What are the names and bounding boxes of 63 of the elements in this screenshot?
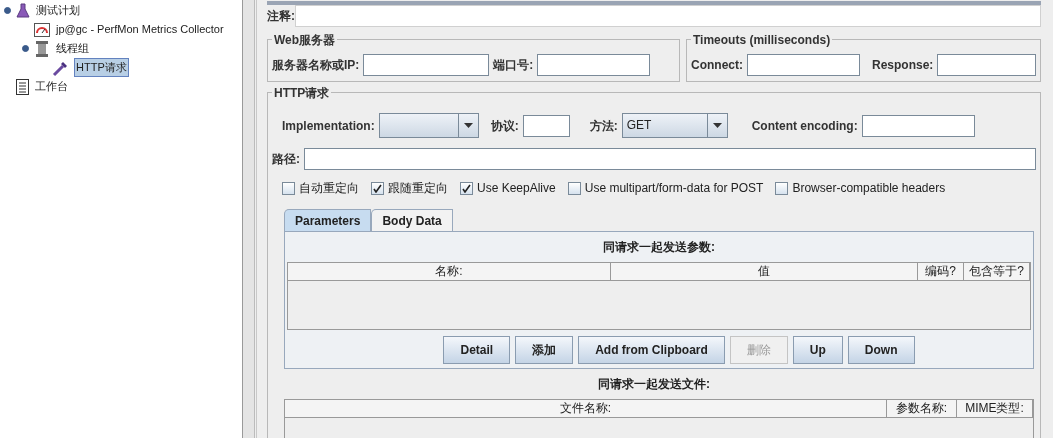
- field-label: 端口号:: [493, 56, 534, 74]
- group-title: HTTP请求: [272, 84, 332, 102]
- spool-icon: [34, 39, 50, 58]
- tree-item[interactable]: HTTP请求: [74, 58, 129, 77]
- action-button[interactable]: Up: [792, 336, 843, 364]
- tree-item[interactable]: 测试计划: [34, 1, 82, 20]
- dropdown[interactable]: GET: [621, 113, 728, 138]
- port-field[interactable]: [537, 53, 651, 76]
- action-button[interactable]: Add from Clipboard: [578, 336, 725, 364]
- section-title: 同请求一起发送文件:: [597, 376, 711, 393]
- action-button[interactable]: Down: [847, 336, 915, 364]
- field-label: Response:: [872, 56, 934, 74]
- encoding-field[interactable]: [861, 114, 975, 137]
- field-label: 路径:: [272, 151, 300, 168]
- response-field[interactable]: [937, 53, 1036, 76]
- flask-icon: [16, 2, 30, 19]
- caret-icon: [712, 123, 722, 128]
- tree-item[interactable]: 工作台: [33, 77, 70, 96]
- tab[interactable]: Parameters: [284, 209, 372, 231]
- comment-field[interactable]: [295, 5, 1041, 27]
- field-label: Connect:: [691, 56, 743, 74]
- column-header[interactable]: 包含等于?: [964, 263, 1030, 280]
- checkbox-label: Use KeepAlive: [477, 180, 556, 197]
- checkbox-label: 跟随重定向: [388, 180, 448, 197]
- path-field[interactable]: [304, 148, 1036, 170]
- field-label: Implementation:: [282, 117, 375, 135]
- column-header[interactable]: 名称:: [288, 263, 611, 280]
- tree-item[interactable]: jp@gc - PerfMon Metrics Collector: [54, 20, 226, 39]
- checkbox[interactable]: [282, 181, 295, 195]
- checkbox[interactable]: [567, 181, 581, 195]
- column-header[interactable]: 值: [611, 263, 918, 280]
- tree-handle-icon[interactable]: [21, 44, 30, 53]
- tree-item[interactable]: 线程组: [54, 39, 91, 58]
- field-label: 服务器名称或IP:: [272, 56, 360, 74]
- action-button[interactable]: 添加: [515, 336, 574, 364]
- connect-field[interactable]: [747, 53, 860, 76]
- notepad-icon: [16, 78, 29, 95]
- caret-icon: [463, 123, 473, 128]
- checkbox-label: 自动重定向: [299, 180, 359, 197]
- protocol-field[interactable]: [522, 114, 570, 137]
- column-header[interactable]: 参数名称:: [887, 400, 957, 417]
- gauge-icon: [34, 22, 50, 37]
- section-title: 同请求一起发送参数:: [602, 239, 716, 256]
- column-header[interactable]: 文件名称:: [285, 400, 887, 417]
- checkbox-label: Use multipart/form-data for POST: [584, 180, 764, 197]
- column-header[interactable]: MIME类型:: [957, 400, 1033, 417]
- checkbox-label: Browser-compatible headers: [792, 180, 946, 197]
- field-label: 注释:: [267, 8, 295, 25]
- dropdown[interactable]: [378, 113, 479, 138]
- field-label: 方法:: [589, 117, 618, 135]
- tab[interactable]: Body Data: [371, 209, 453, 231]
- action-button[interactable]: Detail: [443, 336, 511, 364]
- checkbox[interactable]: [460, 181, 473, 195]
- checkbox[interactable]: [371, 181, 384, 195]
- field-label: 协议:: [490, 117, 519, 135]
- tree-handle-icon[interactable]: [3, 6, 12, 15]
- server-field[interactable]: [363, 53, 490, 76]
- checkbox[interactable]: [775, 181, 789, 195]
- field-label: Content encoding:: [751, 117, 858, 135]
- check-icon: [373, 183, 382, 193]
- column-header[interactable]: 编码?: [918, 263, 964, 280]
- group-title: Web服务器: [272, 31, 338, 49]
- check-icon: [462, 183, 471, 193]
